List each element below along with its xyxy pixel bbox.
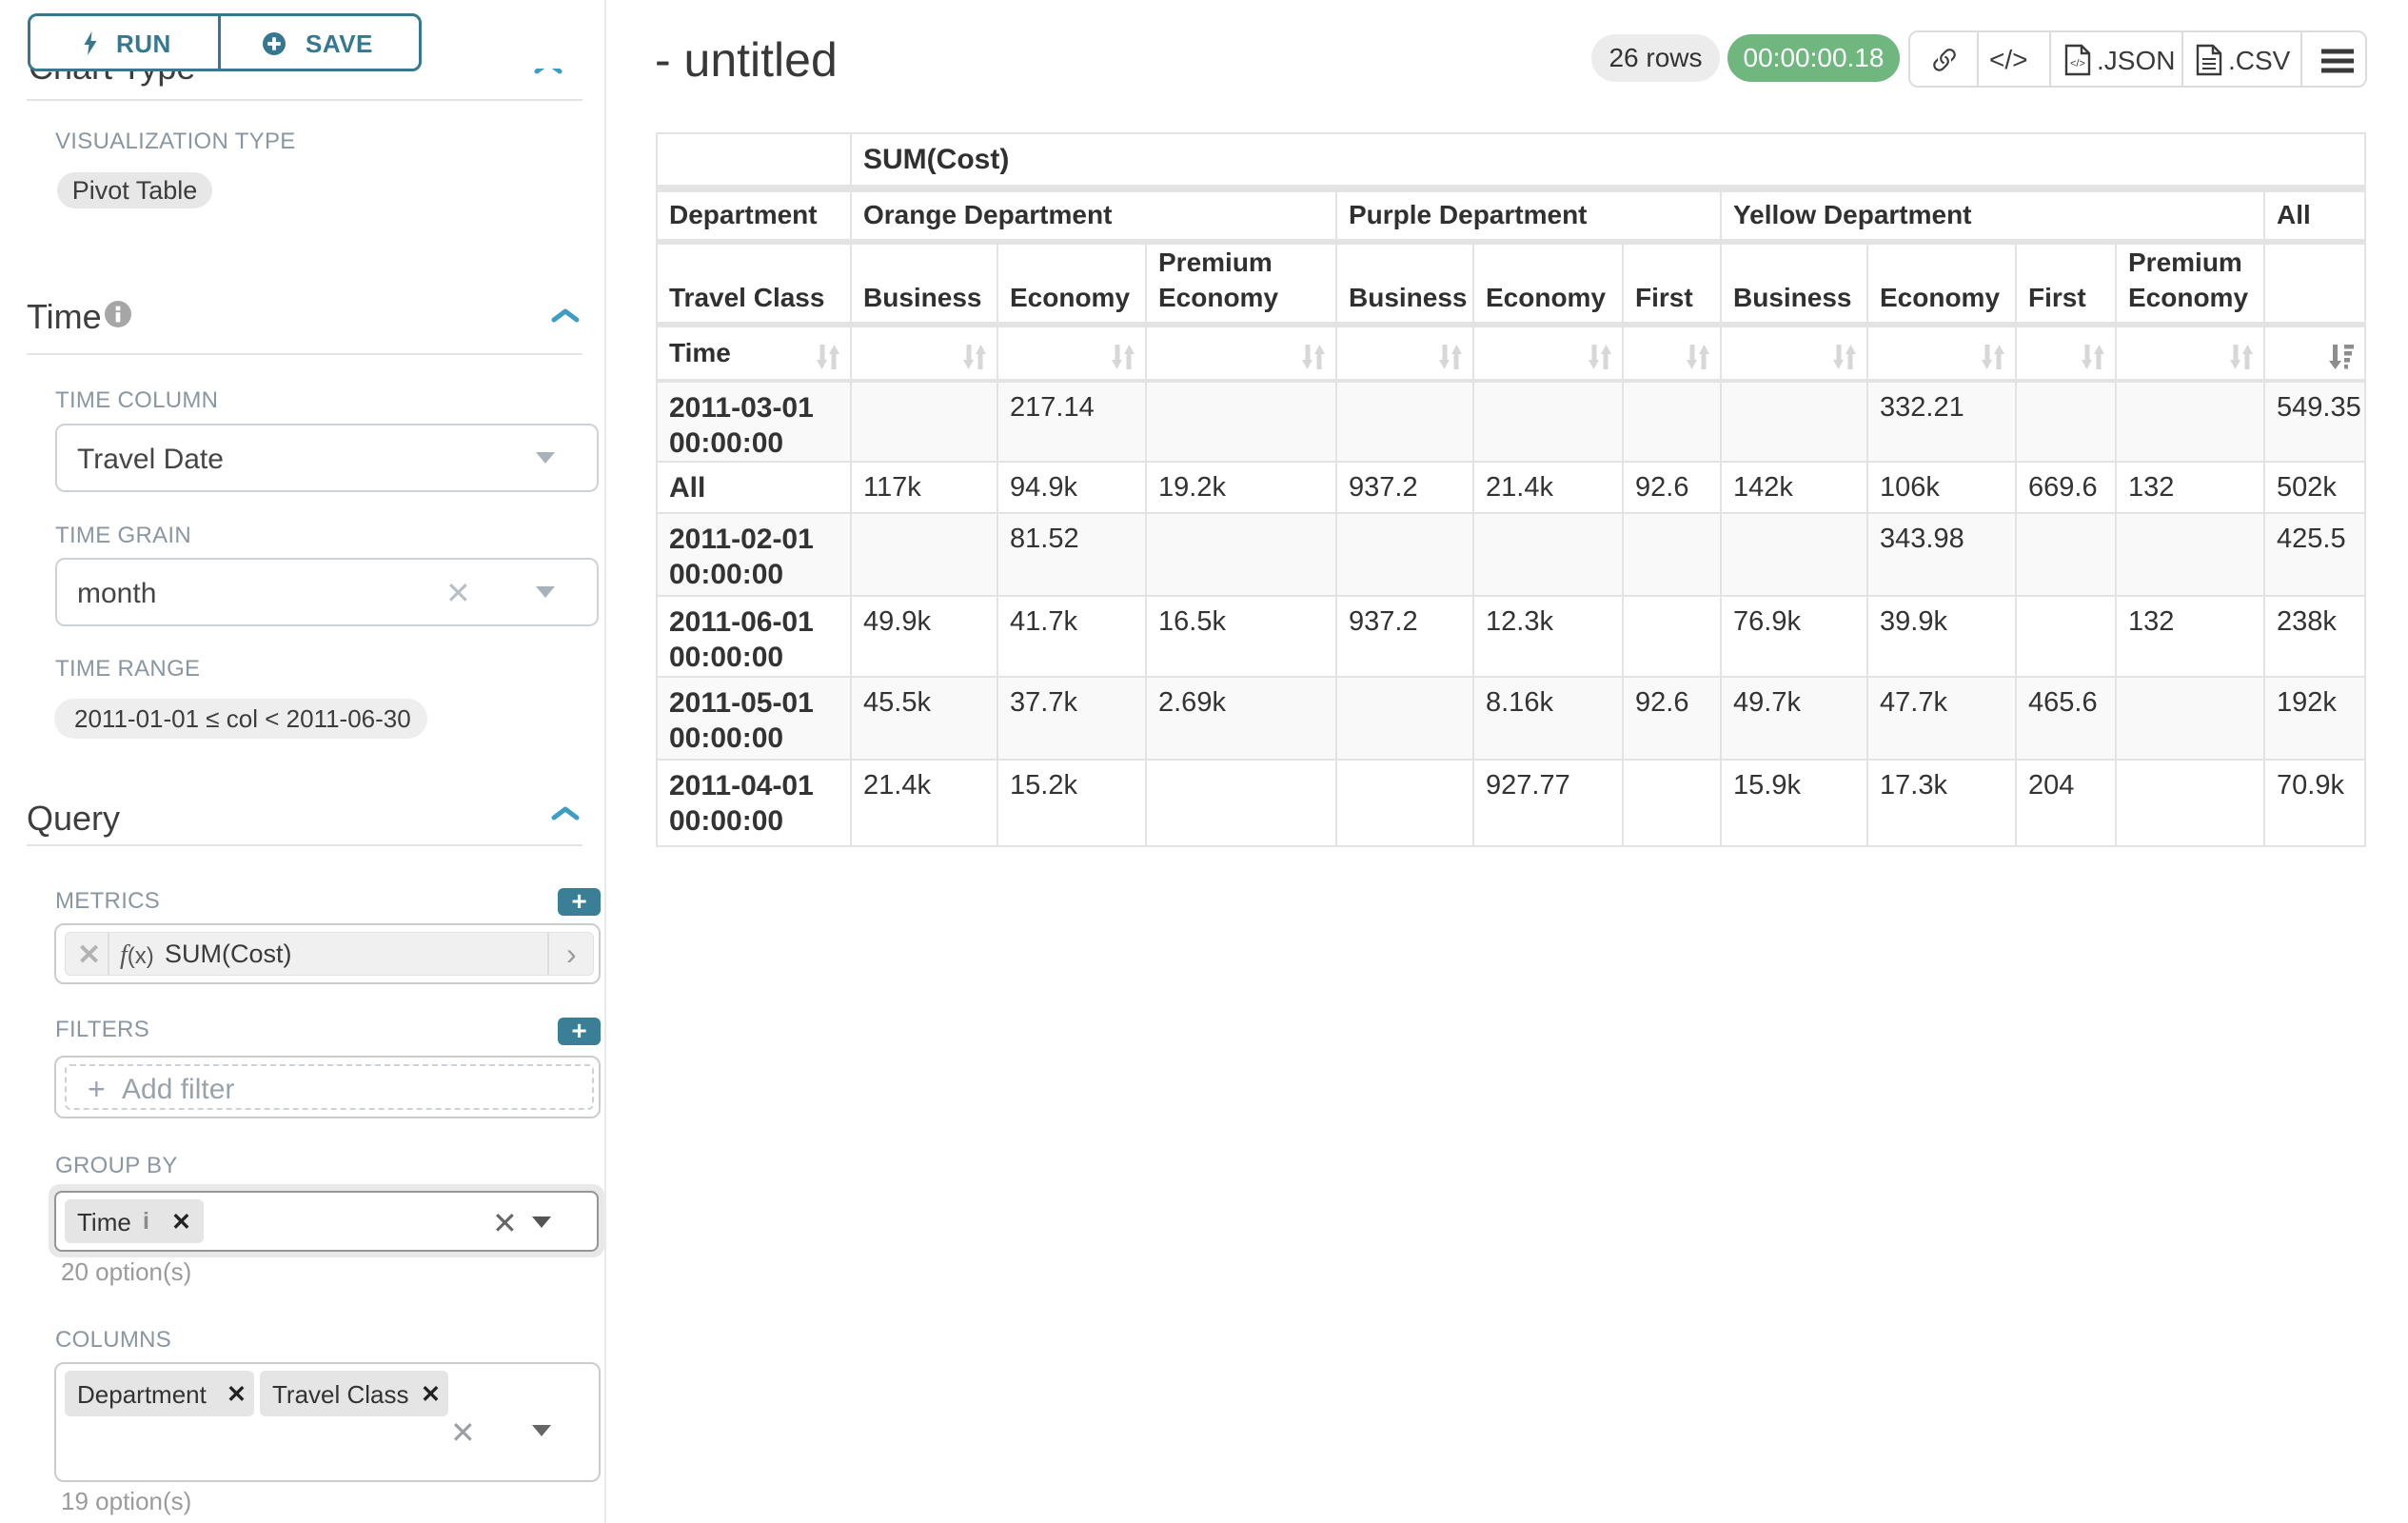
svg-text:</>: </> — [2070, 58, 2085, 69]
